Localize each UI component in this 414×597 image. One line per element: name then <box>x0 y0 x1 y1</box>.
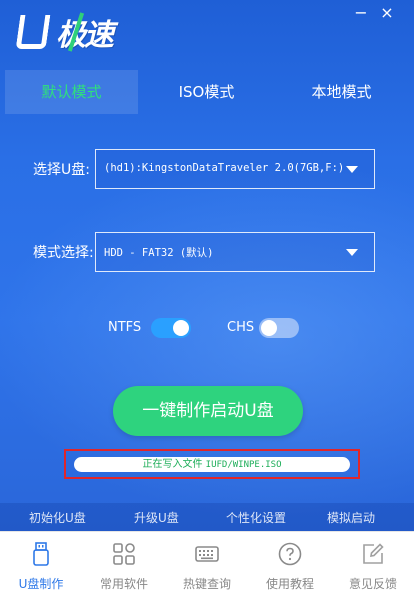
nav-feedback[interactable]: 意见反馈 <box>332 532 414 597</box>
chs-toggle[interactable] <box>259 318 299 338</box>
mode-select-label: 模式选择: <box>33 245 94 261</box>
nav-tutorial[interactable]: 使用教程 <box>249 532 331 597</box>
nav-common-software-label: 常用软件 <box>99 577 148 591</box>
make-boot-usb-button[interactable]: 一键制作启动U盘 <box>113 386 303 436</box>
chs-label: CHS <box>227 320 255 335</box>
upgrade-usb-link[interactable]: 升级U盘 <box>134 509 179 526</box>
apps-grid-icon <box>113 543 135 565</box>
bottom-links-bar: 初始化U盘 升级U盘 个性化设置 模拟启动 <box>0 503 414 531</box>
minimize-button[interactable]: − <box>352 4 370 22</box>
main-panel: 极速 − × 默认模式 ISO模式 本地模式 选择U盘: (hd1):Kings… <box>0 0 414 531</box>
chevron-down-icon <box>346 249 358 256</box>
mode-tabs: 默认模式 ISO模式 本地模式 <box>0 70 414 114</box>
usb-drive-icon <box>33 542 49 566</box>
title-bar: 极速 − × <box>0 0 414 68</box>
usb-select-value: (hd1):KingstonDataTraveler 2.0(7GB,F:) <box>104 162 345 174</box>
progress-status-text: 正在写入文件 IUFD/WINPE.ISO <box>75 458 349 471</box>
progress-highlight-box: 正在写入文件 IUFD/WINPE.ISO <box>64 449 360 479</box>
tab-default-mode[interactable]: 默认模式 <box>5 70 138 114</box>
simulate-boot-link[interactable]: 模拟启动 <box>327 509 375 526</box>
nav-usb-make[interactable]: U盘制作 <box>0 532 82 597</box>
progress-file-name: IUFD/WINPE.ISO <box>205 460 282 470</box>
mode-select-value: HDD - FAT32 (默认) <box>104 247 214 259</box>
app-logo: 极速 <box>15 10 114 54</box>
nav-hotkey-lookup-label: 热键查询 <box>182 577 231 591</box>
ntfs-toggle[interactable] <box>151 318 191 338</box>
feedback-edit-icon <box>363 543 384 564</box>
nav-feedback-label: 意见反馈 <box>348 577 397 591</box>
nav-usb-make-label: U盘制作 <box>18 577 64 591</box>
init-usb-link[interactable]: 初始化U盘 <box>29 509 86 526</box>
progress-status-prefix: 正在写入文件 <box>142 459 206 470</box>
bottom-nav: U盘制作 常用软件 热键查询 使用教程 意见反馈 <box>0 531 414 597</box>
logo-text: 极速 <box>56 18 114 53</box>
usb-select-label: 选择U盘: <box>33 162 90 178</box>
personalize-settings-link[interactable]: 个性化设置 <box>226 509 286 526</box>
toggle-knob <box>261 320 277 336</box>
keyboard-icon <box>195 546 219 562</box>
write-progress-bar: 正在写入文件 IUFD/WINPE.ISO <box>74 457 350 472</box>
tab-local-mode[interactable]: 本地模式 <box>275 70 408 114</box>
help-circle-icon <box>278 542 302 566</box>
mode-select[interactable]: HDD - FAT32 (默认) <box>95 232 375 272</box>
toggle-knob <box>173 320 189 336</box>
tab-iso-mode[interactable]: ISO模式 <box>140 70 273 114</box>
close-button[interactable]: × <box>378 4 396 22</box>
nav-common-software[interactable]: 常用软件 <box>83 532 165 597</box>
usb-select-row: 选择U盘: (hd1):KingstonDataTraveler 2.0(7GB… <box>0 149 414 189</box>
ntfs-label: NTFS <box>108 320 142 335</box>
chevron-down-icon <box>346 166 358 173</box>
mode-select-row: 模式选择: HDD - FAT32 (默认) <box>0 232 414 272</box>
logo-u-mark <box>15 15 51 49</box>
nav-hotkey-lookup[interactable]: 热键查询 <box>166 532 248 597</box>
nav-tutorial-label: 使用教程 <box>265 577 314 591</box>
usb-select[interactable]: (hd1):KingstonDataTraveler 2.0(7GB,F:) <box>95 149 375 189</box>
